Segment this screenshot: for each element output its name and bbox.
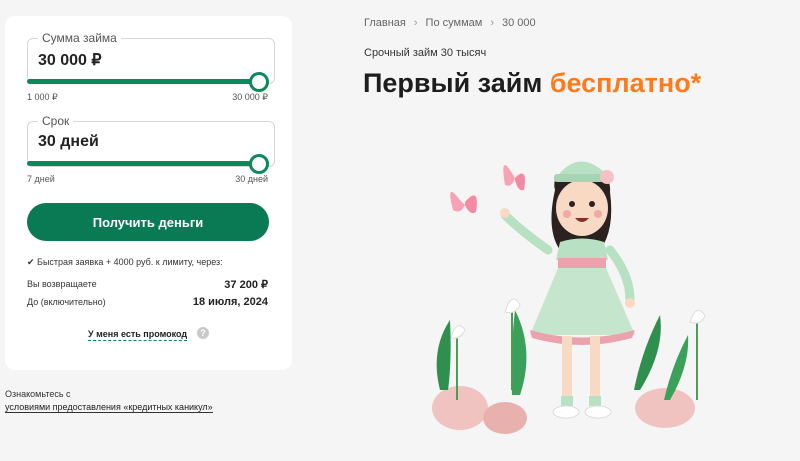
breadcrumb-separator: › [413, 17, 418, 29]
until-label: До (включительно) [27, 297, 106, 307]
hero-subtitle: Срочный займ 30 тысяч [364, 47, 487, 59]
holiday-note-text: Ознакомьтесь с [5, 389, 71, 399]
fast-application-note: ✔ Быстрая заявка + 4000 руб. к лимиту, ч… [27, 257, 223, 267]
question-icon[interactable]: ? [197, 327, 209, 339]
breadcrumb: Главная › По суммам › 30 000 [364, 17, 536, 29]
girl-with-butterflies-illustration [432, 161, 706, 434]
repay-label: Вы возвращаете [27, 279, 97, 289]
butterfly-left [450, 192, 477, 214]
butterfly-right [503, 165, 525, 191]
get-money-button[interactable]: Получить деньги [27, 203, 269, 241]
term-slider-knob[interactable] [249, 154, 269, 174]
repay-value: 37 200 ₽ [224, 279, 268, 291]
term-slider-track[interactable] [27, 161, 267, 166]
promo-code-link[interactable]: У меня есть промокод [88, 329, 188, 341]
breadcrumb-by-amount[interactable]: По суммам [426, 17, 483, 29]
term-max-label: 30 дней [235, 174, 268, 184]
amount-slider-knob[interactable] [249, 72, 269, 92]
breadcrumb-separator: › [490, 17, 494, 29]
title-main: Первый займ [363, 68, 550, 98]
term-label: Срок [38, 114, 74, 128]
loan-calculator-card: Сумма займа 30 000 ₽ 1 000 ₽ 30 000 ₽ Ср… [5, 16, 292, 370]
amount-label: Сумма займа [38, 31, 121, 45]
credit-holidays-link[interactable]: условиями предоставления «кредитных кани… [5, 402, 213, 413]
amount-min-label: 1 000 ₽ [27, 92, 58, 102]
amount-field[interactable]: Сумма займа 30 000 ₽ [27, 31, 275, 84]
term-min-label: 7 дней [27, 174, 55, 184]
page-title: Первый займ бесплатно* [363, 68, 701, 99]
until-value: 18 июля, 2024 [192, 296, 268, 308]
breadcrumb-home[interactable]: Главная [364, 17, 406, 29]
term-value[interactable]: 30 дней [38, 133, 99, 151]
title-accent: бесплатно* [549, 68, 702, 98]
amount-max-label: 30 000 ₽ [232, 92, 268, 102]
amount-slider-track[interactable] [27, 79, 267, 84]
breadcrumb-current: 30 000 [501, 17, 536, 29]
amount-value[interactable]: 30 000 ₽ [38, 50, 102, 70]
